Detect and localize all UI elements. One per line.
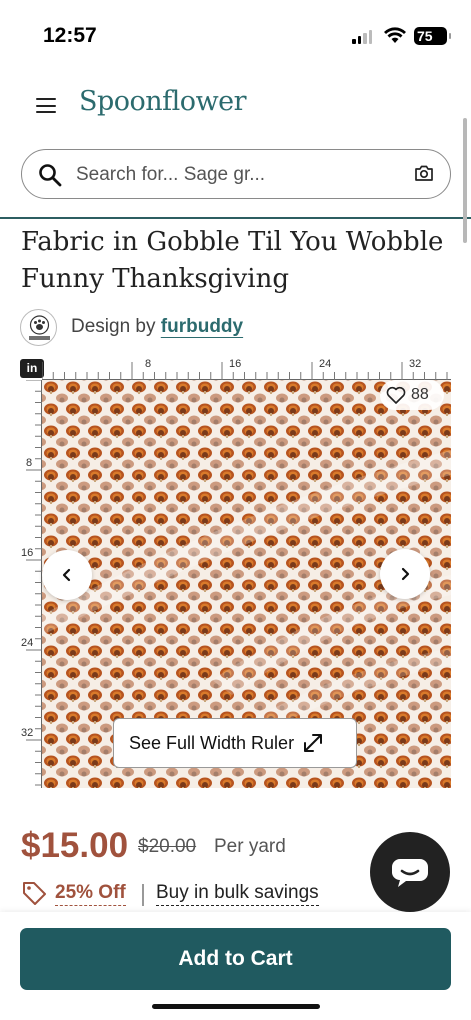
header-divider — [0, 217, 471, 219]
heart-icon — [386, 386, 406, 404]
ruler-top-label: 24 — [319, 358, 331, 370]
add-to-cart-button[interactable]: Add to Cart — [20, 928, 451, 990]
price-unit: Per yard — [214, 836, 286, 857]
battery-icon: 75 — [414, 27, 451, 45]
ruler-top: 8 16 24 32 — [42, 358, 451, 380]
status-time: 12:57 — [43, 24, 97, 47]
discount-badge[interactable]: 25% Off — [21, 880, 126, 907]
site-header: Spoonflower — [0, 80, 471, 130]
camera-icon[interactable] — [414, 164, 434, 182]
chat-button[interactable] — [370, 832, 450, 912]
battery-level: 75 — [417, 28, 433, 44]
chevron-left-icon — [62, 568, 71, 582]
product-title: Fabric in Gobble Til You Wobble Funny Th… — [21, 227, 444, 294]
ruler-top-label: 8 — [145, 358, 151, 370]
scrollbar[interactable] — [463, 118, 467, 243]
chevron-right-icon — [401, 567, 410, 581]
spoonflower-logo[interactable]: Spoonflower — [79, 86, 247, 117]
full-width-ruler-button[interactable]: See Full Width Ruler — [113, 718, 357, 768]
ruler-top-label: 16 — [229, 358, 241, 370]
next-image-button[interactable] — [380, 549, 430, 599]
ruler-left: 8 16 24 32 — [21, 380, 42, 788]
search-bar[interactable] — [21, 149, 451, 199]
full-width-ruler-label: See Full Width Ruler — [129, 732, 295, 753]
chat-icon — [392, 859, 428, 887]
separator — [142, 884, 144, 906]
original-price: $20.00 — [138, 836, 197, 857]
design-by: Design by furbuddy — [71, 316, 243, 338]
ruler-top-label: 32 — [409, 358, 421, 370]
discount-text[interactable]: 25% Off — [55, 882, 126, 906]
favorite-button[interactable]: 88 — [380, 380, 444, 410]
ruler-left-label: 24 — [21, 637, 33, 649]
ruler-left-label: 16 — [21, 547, 33, 559]
tag-icon — [23, 882, 46, 905]
designer-avatar[interactable] — [20, 309, 57, 346]
home-indicator — [152, 1004, 320, 1009]
search-input[interactable] — [76, 162, 396, 188]
favorite-count: 88 — [411, 386, 429, 403]
current-price: $15.00 — [21, 826, 129, 865]
ruler-left-label: 32 — [21, 727, 33, 739]
wifi-icon — [384, 27, 406, 43]
status-bar: 12:57 75 — [0, 0, 471, 70]
paw-logo-icon — [29, 315, 50, 340]
previous-image-button[interactable] — [42, 550, 92, 600]
signal-icon — [352, 30, 372, 44]
design-by-label: Design by — [71, 316, 156, 337]
designer-link[interactable]: furbuddy — [161, 316, 243, 337]
search-icon — [39, 164, 62, 187]
ruler-unit[interactable]: in — [20, 359, 44, 378]
expand-icon — [304, 734, 323, 752]
ruler-left-label: 8 — [26, 457, 32, 469]
menu-icon[interactable] — [36, 98, 56, 113]
bulk-savings-link[interactable]: Buy in bulk savings — [156, 882, 319, 906]
